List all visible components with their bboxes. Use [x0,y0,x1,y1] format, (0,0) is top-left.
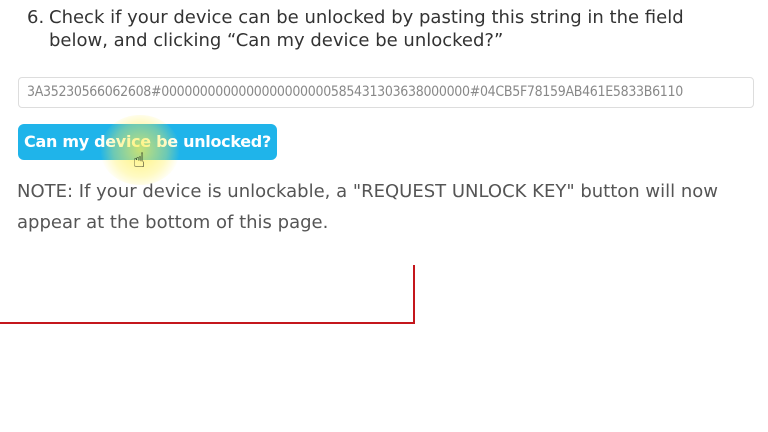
unlock-data-input[interactable]: 3A35230566062608#00000000000000000000005… [18,77,754,108]
step-text: Check if your device can be unlocked by … [49,7,684,51]
annotation-line-vertical [413,265,415,324]
unlock-note: NOTE: If your device is unlockable, a "R… [17,181,719,233]
hand-pointer-cursor-icon: ☝ [133,148,146,172]
step-number: 6. [27,7,45,28]
annotation-line-horizontal [0,322,415,324]
can-my-device-be-unlocked-button[interactable]: Can my device be unlocked? [18,124,277,160]
step-6-instruction: 6. Check if your device can be unlocked … [27,6,727,52]
